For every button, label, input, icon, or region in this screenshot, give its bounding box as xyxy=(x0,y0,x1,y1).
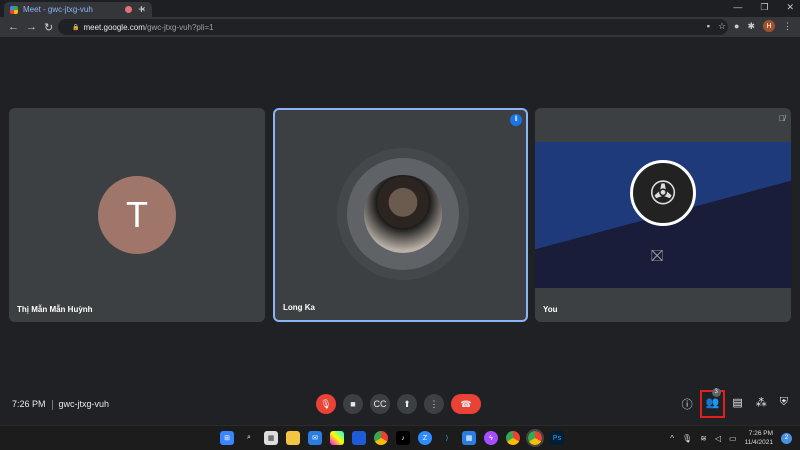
store-icon[interactable]: ▦ xyxy=(264,431,278,445)
camera-button[interactable]: ■ xyxy=(343,394,363,414)
recording-icon xyxy=(125,6,132,13)
captions-button[interactable]: CC xyxy=(370,394,390,414)
camera-icon[interactable]: ▪ xyxy=(707,21,710,31)
avatar: T xyxy=(98,176,176,254)
tab-title: Meet - gwc-jtxg-vuh xyxy=(23,5,93,14)
participant-tile[interactable]: T Thị Mẫn Mẫn Huỳnh xyxy=(9,108,265,322)
maximize-button[interactable]: ❐ xyxy=(760,2,768,13)
speaking-indicator-icon: ⦀ xyxy=(510,114,522,126)
photos-icon[interactable] xyxy=(330,431,344,445)
folder-icon[interactable] xyxy=(286,431,300,445)
meeting-code: gwc-jtxg-vuh xyxy=(58,399,110,409)
tiktok-icon[interactable]: ♪ xyxy=(396,431,410,445)
participant-name: You xyxy=(543,305,558,314)
participant-tile-active[interactable]: ⦀ Long Ka xyxy=(273,108,528,322)
info-icon[interactable]: ⓘ xyxy=(682,396,693,412)
present-button[interactable]: ⬆ xyxy=(397,394,417,414)
search-icon[interactable]: ⌕ xyxy=(242,431,256,445)
battery-icon[interactable]: ▭ xyxy=(729,434,737,443)
puzzle-icon[interactable]: ✱ xyxy=(747,21,755,32)
wifi-icon[interactable]: ≋ xyxy=(700,434,707,443)
url-host: meet.google.com xyxy=(83,22,145,32)
back-icon[interactable]: ← xyxy=(8,21,19,33)
people-button[interactable]: 👥 3 xyxy=(699,388,726,418)
camera-off-icon: ⛝ xyxy=(651,248,664,265)
chat-icon[interactable]: ▤ xyxy=(732,396,742,412)
meeting-time: 7:26 PM xyxy=(12,399,46,409)
reload-icon[interactable]: ↻ xyxy=(44,21,54,34)
calendar-icon[interactable]: ▦ xyxy=(462,431,476,445)
firefox-icon[interactable] xyxy=(352,431,366,445)
obs-logo-icon: ✇ xyxy=(630,160,696,226)
participant-name: Thị Mẫn Mẫn Huỳnh xyxy=(17,305,93,314)
chrome-profile-icon[interactable] xyxy=(506,431,520,445)
url-input[interactable]: 🔒 meet.google.com/gwc-jtxg-vuh?pli=1 xyxy=(58,19,728,35)
messenger-icon[interactable]: ϟ xyxy=(484,431,498,445)
mail-icon[interactable]: ✉ xyxy=(308,431,322,445)
address-bar-row: ← → ↻ 🔒 meet.google.com/gwc-jtxg-vuh?pli… xyxy=(0,17,800,37)
host-controls-icon[interactable]: ⛨ xyxy=(780,396,788,412)
photoshop-icon[interactable]: Ps xyxy=(550,431,564,445)
extension-icon[interactable]: ● xyxy=(734,21,739,31)
volume-icon[interactable]: ◁ xyxy=(715,434,721,443)
participant-name: Long Ka xyxy=(283,303,315,312)
menu-icon[interactable]: ⋮ xyxy=(783,21,792,32)
microphone-icon[interactable]: 🎙 xyxy=(682,434,692,443)
new-tab-button[interactable]: + xyxy=(138,2,145,16)
star-icon[interactable]: ☆ xyxy=(718,21,726,32)
profile-avatar[interactable]: H xyxy=(763,20,775,32)
tray-overflow-icon[interactable]: ^ xyxy=(670,434,674,443)
activities-icon[interactable]: ⁂ xyxy=(756,396,767,412)
clock[interactable]: 7:26 PM 11/4/2021 xyxy=(745,429,773,447)
mic-off-button[interactable]: 🎙 xyxy=(316,394,336,414)
tab-strip: Meet - gwc-jtxg-vuh ✕ + — ❐ ✕ xyxy=(0,0,800,17)
participant-count-badge: 3 xyxy=(711,388,721,397)
end-call-button[interactable]: ☎ xyxy=(451,394,481,414)
more-options-button[interactable]: ⋮ xyxy=(424,394,444,414)
clock-time: 7:26 PM xyxy=(748,430,773,437)
url-path: /gwc-jtxg-vuh?pli=1 xyxy=(144,22,214,32)
meeting-controls-bar: 7:26 PM gwc-jtxg-vuh 🎙 ■ CC ⬆ ⋮ ☎ ⓘ 👥 3 ▤ … xyxy=(0,388,800,420)
minimize-button[interactable]: — xyxy=(733,2,742,13)
tab-meet[interactable]: Meet - gwc-jtxg-vuh ✕ xyxy=(4,2,152,17)
meet-favicon-icon xyxy=(10,5,18,14)
chrome-icon[interactable] xyxy=(374,431,388,445)
windows-taskbar: ⊞ ⌕ ▦ ✉ ♪ Z ⟩ ▦ ϟ Ps ^ 🎙 ≋ ◁ ▭ 7:26 PM 11… xyxy=(0,425,800,450)
divider xyxy=(51,399,53,410)
avatar-photo xyxy=(364,175,442,253)
clock-date: 11/4/2021 xyxy=(744,439,773,446)
start-icon[interactable]: ⊞ xyxy=(220,431,234,445)
mic-off-icon: 🎙̸ xyxy=(779,114,785,123)
forward-icon[interactable]: → xyxy=(26,21,37,33)
lock-icon: 🔒 xyxy=(72,24,80,31)
notification-badge[interactable]: 2 xyxy=(781,432,792,444)
close-window-button[interactable]: ✕ xyxy=(786,2,794,13)
vscode-icon[interactable]: ⟩ xyxy=(440,431,454,445)
zoom-icon[interactable]: Z xyxy=(418,431,432,445)
self-tile[interactable]: ✇ ⛝ 🎙̸ You xyxy=(535,108,791,322)
chrome-active-icon[interactable] xyxy=(526,429,544,447)
